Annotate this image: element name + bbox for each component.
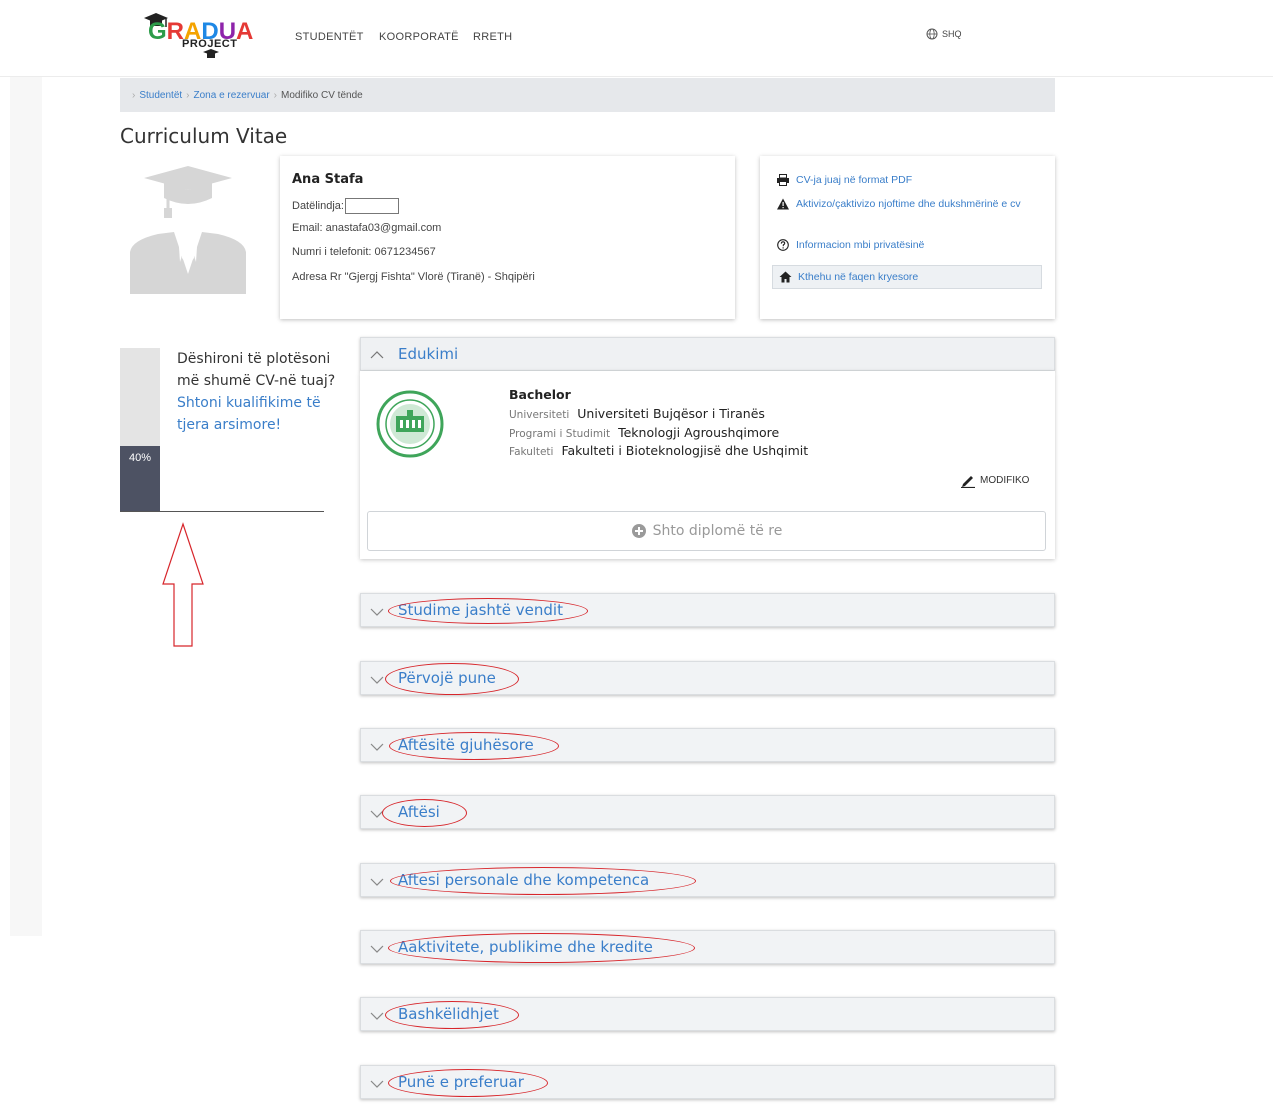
section-edukimi[interactable]: Edukimi xyxy=(360,337,1055,371)
breadcrumb: › Studentët › Zona e rezervuar › Modifik… xyxy=(120,78,1055,112)
profile-phone: Numri i telefonit: 0671234567 xyxy=(292,246,436,258)
profile-name: Ana Stafa xyxy=(292,172,364,187)
header-divider xyxy=(0,76,1273,77)
section-pune-preferuar[interactable]: Punë e preferuar xyxy=(360,1065,1055,1099)
section-aftesi[interactable]: Aftësi xyxy=(360,795,1055,829)
nav-koorporate[interactable]: KOORPORATË xyxy=(379,31,459,43)
profile-address: Adresa Rr "Gjergj Fishta" Vlorë (Tiranë)… xyxy=(292,271,535,283)
nav-rreth[interactable]: RRETH xyxy=(473,31,512,43)
university-seal-icon xyxy=(376,390,444,458)
annotation-ellipse xyxy=(388,598,588,624)
nav-studentet[interactable]: STUDENTËT xyxy=(295,31,364,43)
chevron-down-icon xyxy=(370,878,384,886)
edit-education-button[interactable]: MODIFIKO xyxy=(960,472,1029,488)
progress-baseline xyxy=(120,511,324,512)
annotation-ellipse xyxy=(388,933,695,963)
pdf-link[interactable]: CV-ja juaj në format PDF xyxy=(776,174,1041,186)
profile-email: Email: anastafa03@gmail.com xyxy=(292,222,442,234)
dob-label: Datëlindja: xyxy=(292,199,344,212)
notify-visibility-link[interactable]: Aktivizo/çaktivizo njoftime dhe dukshmër… xyxy=(776,198,1041,210)
chevron-up-icon xyxy=(370,351,384,359)
section-title: Edukimi xyxy=(398,345,459,363)
section-pervoje-pune[interactable]: Përvojë pune xyxy=(360,661,1055,695)
breadcrumb-zona[interactable]: Zona e rezervuar xyxy=(194,90,270,101)
globe-icon xyxy=(926,28,938,40)
profile-card: Ana Stafa Datëlindja: Email: anastafa03@… xyxy=(280,156,735,319)
annotation-ellipse xyxy=(385,663,519,695)
section-studime-jashte[interactable]: Studime jashtë vendit xyxy=(360,593,1055,627)
language-switch[interactable]: SHQ xyxy=(926,28,962,40)
chevron-down-icon xyxy=(370,608,384,616)
avatar-placeholder-icon xyxy=(130,166,246,294)
progress-prompt: Dëshironi të plotësoni më shumë CV-në tu… xyxy=(177,348,337,436)
chevron-down-icon xyxy=(370,945,384,953)
progress-prompt-text: Dëshironi të plotësoni më shumë CV-në tu… xyxy=(177,351,336,389)
pencil-icon xyxy=(961,476,975,488)
cv-actions-card: CV-ja juaj në format PDF Aktivizo/çaktiv… xyxy=(760,156,1055,319)
add-diploma-button[interactable]: Shto diplomë të re xyxy=(367,511,1046,551)
annotation-ellipse xyxy=(388,1069,548,1097)
language-label: SHQ xyxy=(942,29,962,39)
dob-field[interactable] xyxy=(344,198,399,214)
question-circle-icon xyxy=(777,239,789,251)
annotation-arrow-icon xyxy=(162,522,204,647)
annotation-ellipse xyxy=(382,799,467,827)
section-bashkelidhjet[interactable]: Bashkëlidhjet xyxy=(360,997,1055,1031)
chevron-down-icon xyxy=(370,676,384,684)
cv-progress-bar: 40% xyxy=(120,348,160,512)
breadcrumb-studentet[interactable]: Studentët xyxy=(139,90,182,101)
section-aftesite-gjuhesore[interactable]: Aftësitë gjuhësore xyxy=(360,728,1055,762)
profile-dob: Datëlindja: xyxy=(292,198,399,214)
annotation-ellipse xyxy=(390,867,696,895)
left-strip xyxy=(10,76,42,936)
plus-circle-icon xyxy=(631,524,646,538)
warning-icon xyxy=(777,198,789,210)
chevron-down-icon xyxy=(370,1012,384,1020)
privacy-link[interactable]: Informacion mbi privatësinë xyxy=(776,239,1041,251)
cv-progress-label: 40% xyxy=(128,452,152,464)
university-row: Universiteti Universiteti Bujqësor i Tira… xyxy=(509,406,765,421)
add-qualification-link[interactable]: Shtoni kualifikime të tjera arsimore! xyxy=(177,395,321,433)
chevron-down-icon xyxy=(370,1080,384,1088)
section-aktivitete[interactable]: Aaktivitete, publikime dhe kredite xyxy=(360,930,1055,964)
breadcrumb-current: Modifiko CV tënde xyxy=(281,89,363,101)
section-aftesi-personale[interactable]: Aftesi personale dhe kompetenca xyxy=(360,863,1055,897)
page-title: Curriculum Vitae xyxy=(120,124,288,148)
program-row: Programi i Studimit Teknologji Agroushqim… xyxy=(509,425,780,440)
annotation-ellipse xyxy=(389,732,559,760)
home-icon xyxy=(779,271,792,283)
grad-cap-small-icon xyxy=(203,49,219,58)
printer-icon xyxy=(777,174,789,186)
site-logo[interactable]: GRADUA PROJECT xyxy=(142,12,253,64)
education-panel: Bachelor Universiteti Universiteti Bujqës… xyxy=(360,371,1055,559)
chevron-down-icon xyxy=(370,743,384,751)
degree-title: Bachelor xyxy=(509,387,571,402)
faculty-row: Fakulteti Fakulteti i Bioteknologjisë dhe… xyxy=(509,443,809,458)
annotation-ellipse xyxy=(385,1001,519,1029)
home-link[interactable]: Kthehu në faqen kryesore xyxy=(772,265,1042,289)
